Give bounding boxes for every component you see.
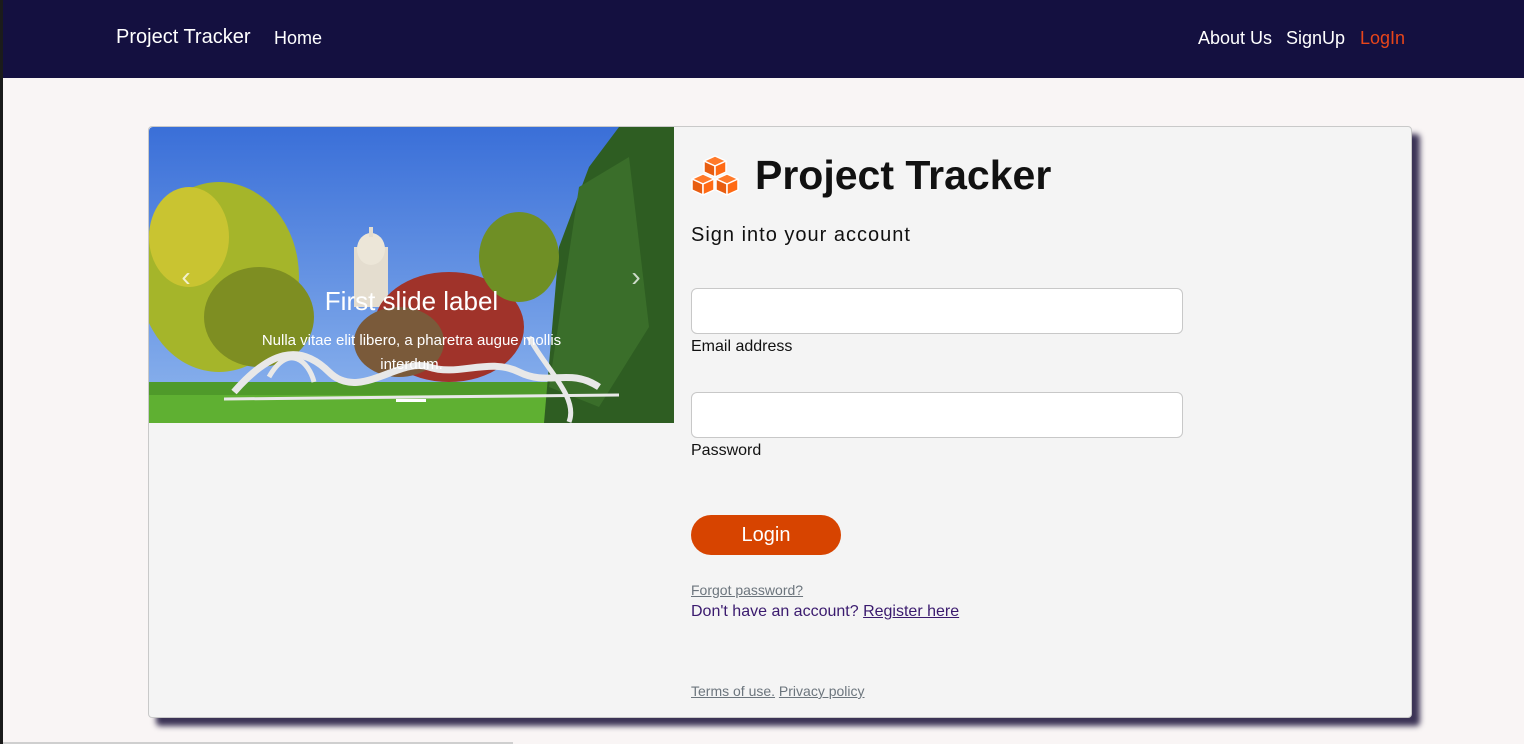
campus-photo <box>149 127 674 423</box>
app-title: Project Tracker <box>755 152 1052 198</box>
slide-text: Nulla vitae elit libero, a pharetra augu… <box>261 332 562 373</box>
navbar: Project Tracker Home About Us SignUp Log… <box>3 0 1524 78</box>
carousel-prev-button[interactable]: ‹ <box>171 257 201 297</box>
chevron-left-icon: ‹ <box>181 261 191 292</box>
nav-login-link[interactable]: LogIn <box>1360 27 1405 49</box>
sign-in-subtitle: Sign into your account <box>691 224 911 246</box>
page: Project Tracker Home About Us SignUp Log… <box>3 0 1524 744</box>
footer-links: Terms of use. Privacy policy <box>691 682 865 700</box>
image-carousel: ‹ › First slide label Nulla vitae elit l… <box>149 127 674 423</box>
register-link[interactable]: Register here <box>863 603 959 620</box>
carousel-next-button[interactable]: › <box>621 257 651 297</box>
password-label: Password <box>691 442 762 459</box>
forgot-password-link[interactable]: Forgot password? <box>691 581 803 599</box>
carousel-indicator[interactable] <box>396 399 426 402</box>
no-account-text: Don't have an account? <box>691 603 859 620</box>
nav-about-link[interactable]: About Us <box>1198 27 1272 49</box>
cubes-icon <box>691 155 739 196</box>
register-prompt: Don't have an account? Register here <box>691 602 959 622</box>
nav-home-link[interactable]: Home <box>274 27 322 49</box>
email-label: Email address <box>691 338 793 355</box>
password-field[interactable] <box>691 392 1183 438</box>
login-card: ‹ › First slide label Nulla vitae elit l… <box>148 126 1412 718</box>
terms-link[interactable]: Terms of use. <box>691 683 775 699</box>
email-field[interactable] <box>691 288 1183 334</box>
nav-signup-link[interactable]: SignUp <box>1286 27 1345 49</box>
chevron-right-icon: › <box>631 261 641 292</box>
slide-label: First slide label <box>324 286 499 316</box>
brand-link[interactable]: Project Tracker <box>116 26 250 48</box>
privacy-link[interactable]: Privacy policy <box>779 683 865 699</box>
login-button[interactable]: Login <box>691 515 841 555</box>
